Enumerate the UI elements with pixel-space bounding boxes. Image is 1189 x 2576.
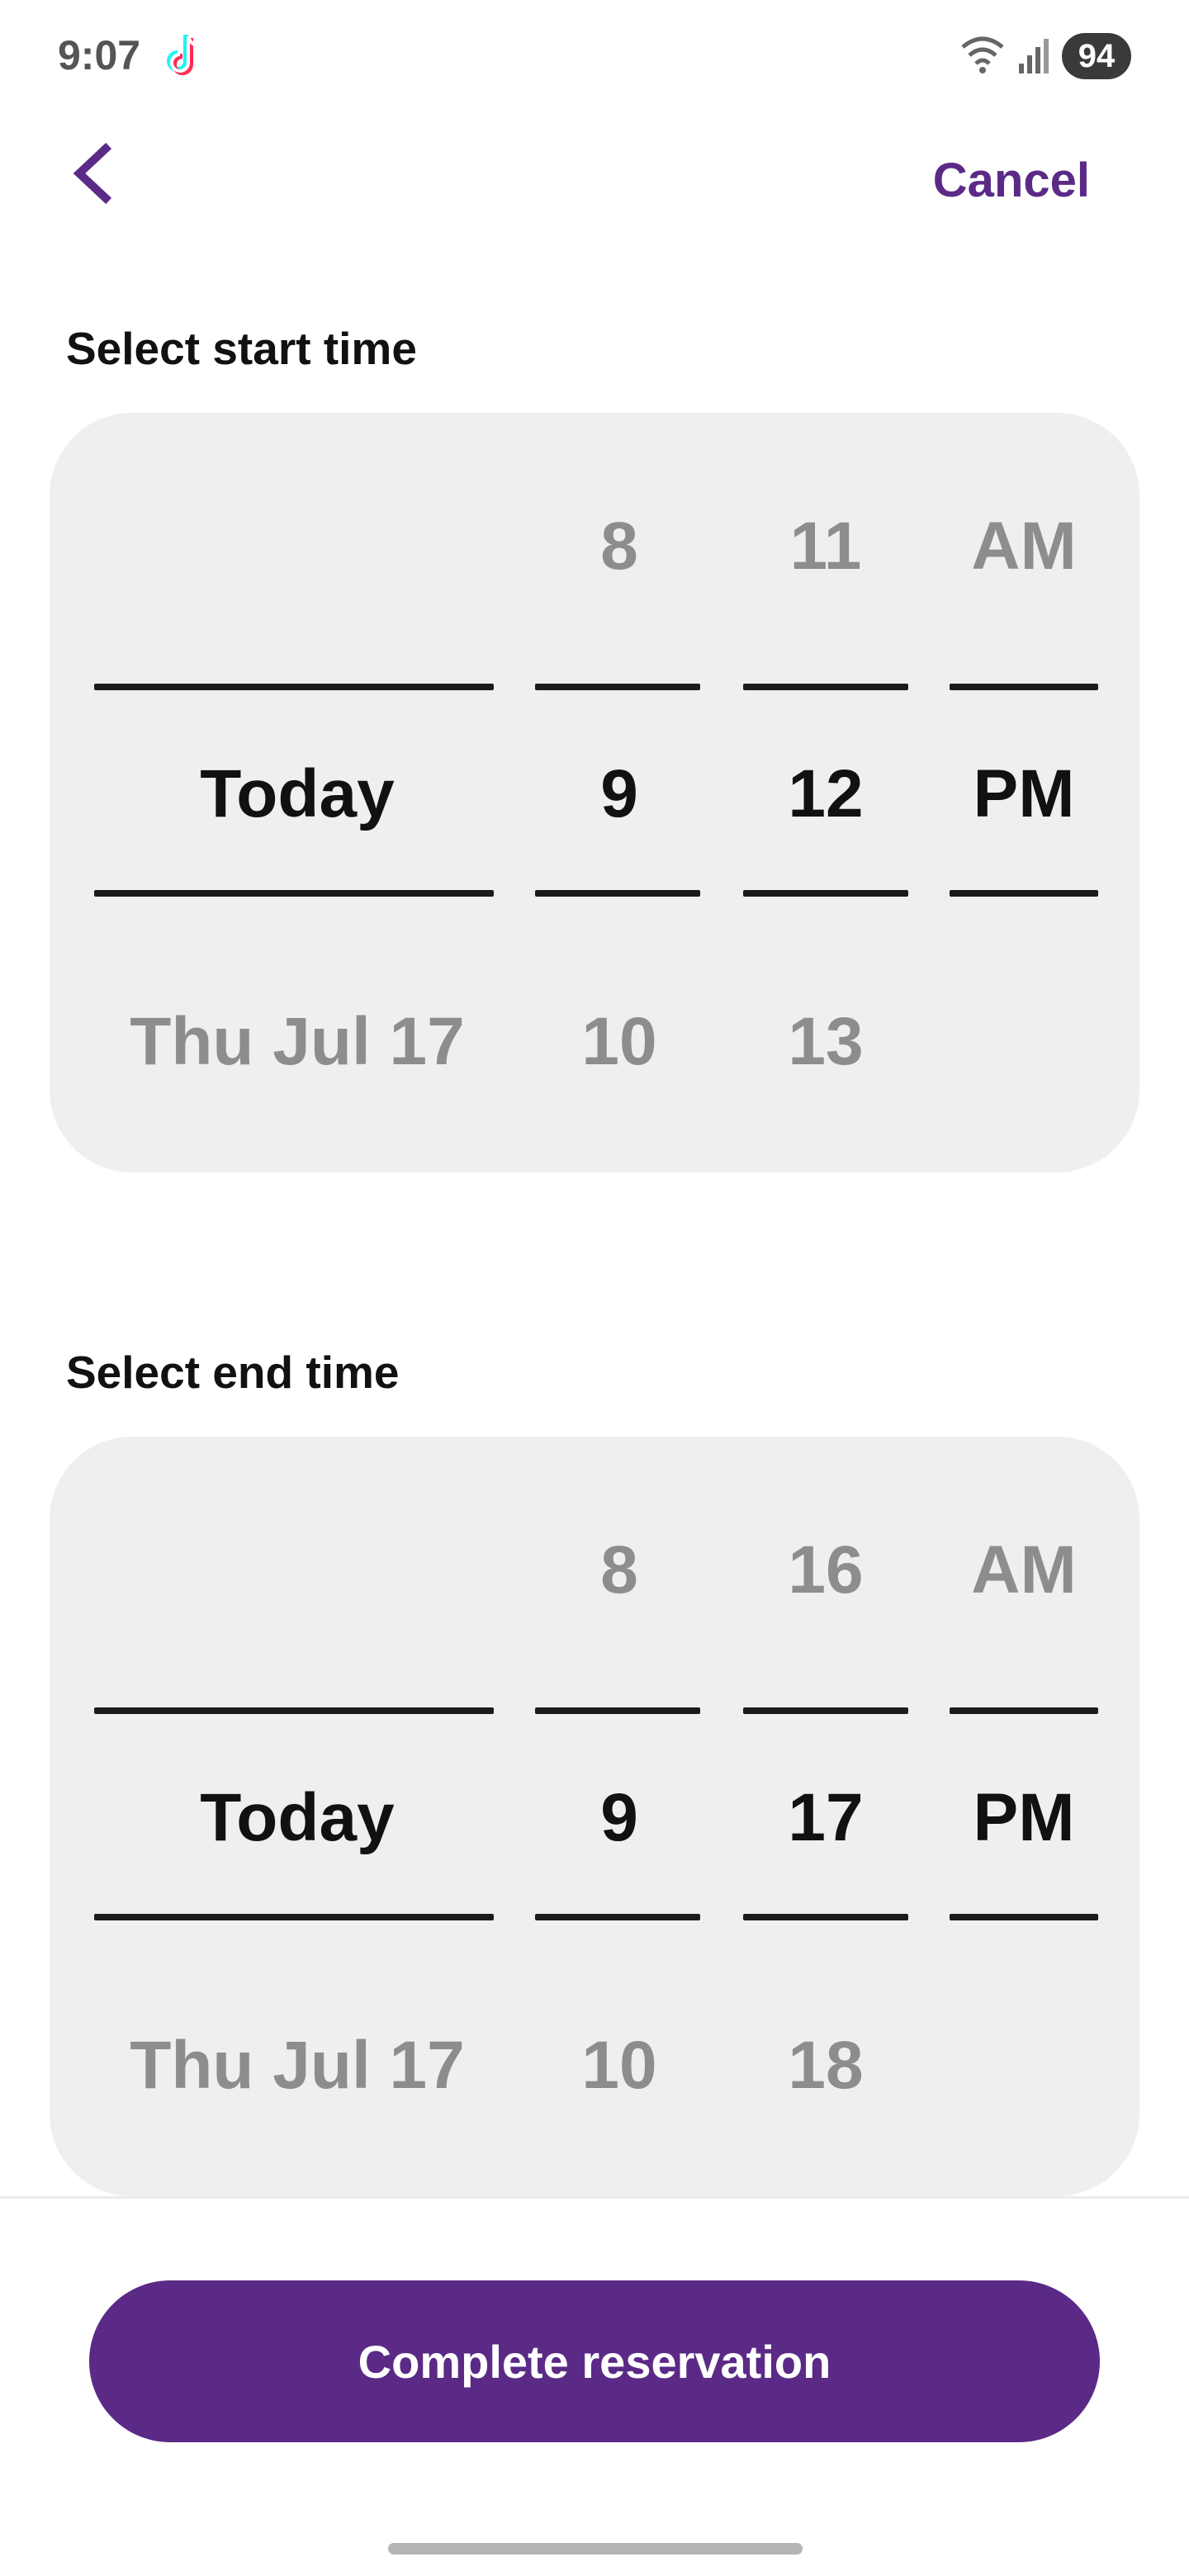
- home-indicator[interactable]: [388, 2543, 803, 2555]
- end-hour-selected[interactable]: 9: [537, 1777, 702, 1859]
- end-day-selected[interactable]: Today: [99, 1777, 495, 1859]
- footer-divider: [0, 2196, 1189, 2199]
- end-hour-top-line: [535, 1707, 700, 1714]
- end-hour-below[interactable]: 10: [537, 2024, 702, 2107]
- end-time-label: Select end time: [66, 1347, 400, 1398]
- end-hour-bottom-line: [535, 1914, 700, 1920]
- end-minute-top-line: [743, 1707, 908, 1714]
- start-ampm-bottom-line: [950, 890, 1098, 897]
- start-time-picker[interactable]: Today Thu Jul 17 8 9 10 11 12 13 AM PM: [50, 413, 1139, 1172]
- start-minute-selected[interactable]: 12: [743, 753, 908, 836]
- end-ampm-bottom-line: [950, 1914, 1098, 1920]
- start-day-below[interactable]: Thu Jul 17: [99, 1001, 495, 1083]
- status-time: 9:07: [58, 32, 141, 78]
- reservation-time-screen: 9:07 94 Cancel Select start time Today T…: [0, 0, 1189, 2576]
- start-hour-above[interactable]: 8: [537, 505, 702, 588]
- start-hour-below[interactable]: 10: [537, 1001, 702, 1083]
- tiktok-icon: [163, 31, 210, 81]
- battery-icon: 94: [1062, 33, 1131, 79]
- start-hour-bottom-line: [535, 890, 700, 897]
- start-minute-below[interactable]: 13: [743, 1001, 908, 1083]
- start-day-selected[interactable]: Today: [99, 753, 495, 836]
- start-day-top-line: [94, 684, 494, 690]
- end-day-bottom-line: [94, 1914, 494, 1920]
- status-icons: 94: [959, 31, 1131, 81]
- start-ampm-selected[interactable]: PM: [950, 753, 1098, 836]
- end-minute-above[interactable]: 16: [743, 1529, 908, 1612]
- chevron-left-icon: [73, 142, 112, 205]
- end-day-below[interactable]: Thu Jul 17: [99, 2024, 495, 2107]
- start-hour-selected[interactable]: 9: [537, 753, 702, 836]
- end-day-top-line: [94, 1707, 494, 1714]
- end-ampm-selected[interactable]: PM: [950, 1777, 1098, 1859]
- cancel-button[interactable]: Cancel: [933, 153, 1090, 208]
- start-minute-top-line: [743, 684, 908, 690]
- start-day-bottom-line: [94, 890, 494, 897]
- end-minute-bottom-line: [743, 1914, 908, 1920]
- start-ampm-above[interactable]: AM: [950, 505, 1098, 588]
- complete-reservation-button[interactable]: Complete reservation: [89, 2280, 1100, 2442]
- start-minute-above[interactable]: 11: [743, 505, 908, 588]
- signal-icon: [1017, 34, 1050, 79]
- back-button[interactable]: [58, 136, 124, 211]
- wifi-icon: [959, 34, 1006, 79]
- end-hour-above[interactable]: 8: [537, 1529, 702, 1612]
- end-time-picker[interactable]: Today Thu Jul 17 8 9 10 16 17 18 AM PM: [50, 1437, 1139, 2196]
- start-hour-top-line: [535, 684, 700, 690]
- start-ampm-top-line: [950, 684, 1098, 690]
- end-minute-below[interactable]: 18: [743, 2024, 908, 2107]
- end-ampm-top-line: [950, 1707, 1098, 1714]
- end-ampm-above[interactable]: AM: [950, 1529, 1098, 1612]
- end-minute-selected[interactable]: 17: [743, 1777, 908, 1859]
- start-time-label: Select start time: [66, 323, 417, 374]
- start-minute-bottom-line: [743, 890, 908, 897]
